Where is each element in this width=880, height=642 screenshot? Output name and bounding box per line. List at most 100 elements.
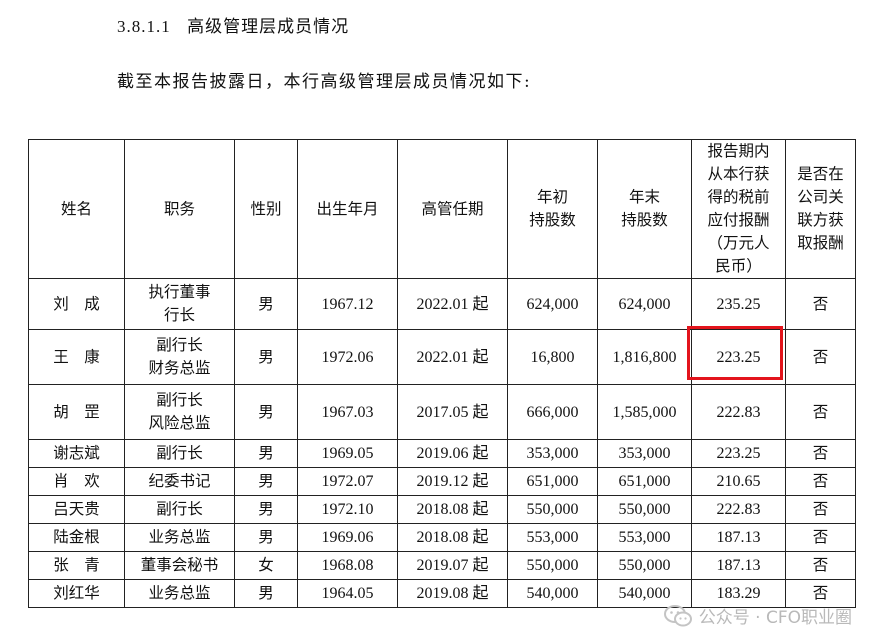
cell-term: 2019.07 起 [397,551,508,580]
cell-pay: 222.83 [691,495,786,524]
section-heading: 3.8.1.1 高级管理层成员情况 [117,12,349,37]
cell-shares-begin: 651,000 [507,467,598,496]
cell-position: 副行长 风险总监 [124,384,235,440]
header-position: 职务 [124,139,235,279]
cell-shares-end: 553,000 [597,523,692,552]
header-shares-end-line2: 持股数 [621,211,668,229]
cell-birth: 1972.10 [297,495,398,524]
cell-pay: 222.83 [691,384,786,440]
header-pay-line4: 应付报酬 [707,211,770,229]
cell-gender: 男 [234,439,298,468]
header-related-line2: 公司关 [797,188,844,206]
cell-pay: 235.25 [691,278,786,330]
cell-related: 否 [785,439,856,468]
header-related-line1: 是否在 [797,165,844,183]
cell-term: 2019.12 起 [397,467,508,496]
cell-term: 2022.01 起 [397,329,508,385]
cell-position: 业务总监 [124,579,235,608]
cell-related: 否 [785,329,856,385]
table-row: 谢志斌 副行长 男 1969.05 2019.06 起 353,000 353,… [28,439,856,468]
table-row: 吕天贵 副行长 男 1972.10 2018.08 起 550,000 550,… [28,495,856,524]
cell-position: 董事会秘书 [124,551,235,580]
header-shares-end-line1: 年末 [628,188,660,206]
header-shares-begin-line2: 持股数 [529,211,576,229]
header-pay-line5: （万元人 [707,234,770,252]
cell-related: 否 [785,495,856,524]
table-row: 陆金根 业务总监 男 1969.06 2018.08 起 553,000 553… [28,523,856,552]
cell-gender: 男 [234,495,298,524]
cell-term: 2019.06 起 [397,439,508,468]
cell-shares-begin: 666,000 [507,384,598,440]
cell-name: 肖 欢 [28,467,125,496]
table-row: 肖 欢 纪委书记 男 1972.07 2019.12 起 651,000 651… [28,467,856,496]
cell-shares-end: 353,000 [597,439,692,468]
cell-birth: 1972.07 [297,467,398,496]
header-pay-line1: 报告期内 [707,142,770,160]
cell-gender: 男 [234,384,298,440]
cell-related: 否 [785,384,856,440]
cell-position: 业务总监 [124,523,235,552]
cell-related: 否 [785,551,856,580]
cell-pay: 223.25 [691,439,786,468]
cell-shares-begin: 624,000 [507,278,598,330]
cell-position-line2: 风险总监 [148,414,211,432]
cell-name: 吕天贵 [28,495,125,524]
cell-position: 副行长 [124,495,235,524]
cell-position-line2: 行长 [163,306,195,324]
cell-position-line1: 副行长 [156,391,203,409]
cell-name: 张 青 [28,551,125,580]
cell-gender: 女 [234,551,298,580]
cell-related: 否 [785,467,856,496]
cell-gender: 男 [234,579,298,608]
cell-position: 纪委书记 [124,467,235,496]
cell-shares-end: 624,000 [597,278,692,330]
intro-paragraph: 截至本报告披露日，本行高级管理层成员情况如下: [117,72,532,92]
header-term: 高管任期 [397,139,508,279]
cell-shares-end: 550,000 [597,551,692,580]
cell-name: 陆金根 [28,523,125,552]
cell-name: 刘红华 [28,579,125,608]
table-row: 刘 成 执行董事 行长 男 1967.12 2022.01 起 624,000 6… [28,278,856,330]
section-title: 高级管理层成员情况 [187,17,350,37]
header-birth: 出生年月 [297,139,398,279]
cell-position: 副行长 财务总监 [124,329,235,385]
cell-term: 2017.05 起 [397,384,508,440]
header-pay: 报告期内 从本行获 得的税前 应付报酬 （万元人 民币） [691,139,786,279]
cell-name: 刘 成 [28,278,125,330]
header-name: 姓名 [28,139,125,279]
cell-name: 王 康 [28,329,125,385]
header-pay-line3: 得的税前 [707,188,770,206]
cell-term: 2018.08 起 [397,495,508,524]
cell-position: 副行长 [124,439,235,468]
cell-gender: 男 [234,329,298,385]
cell-shares-begin: 550,000 [507,551,598,580]
cell-position-line1: 副行长 [156,336,203,354]
table-row: 张 青 董事会秘书 女 1968.08 2019.07 起 550,000 55… [28,551,856,580]
header-shares-begin: 年初 持股数 [507,139,598,279]
cell-birth: 1972.06 [297,329,398,385]
cell-position: 执行董事 行长 [124,278,235,330]
cell-birth: 1968.08 [297,551,398,580]
header-related: 是否在 公司关 联方获 取报酬 [785,139,856,279]
cell-gender: 男 [234,278,298,330]
cell-shares-begin: 550,000 [507,495,598,524]
cell-pay: 187.13 [691,551,786,580]
cell-shares-begin: 16,800 [507,329,598,385]
cell-term: 2019.08 起 [397,579,508,608]
cell-shares-end: 651,000 [597,467,692,496]
cell-term: 2018.08 起 [397,523,508,552]
cell-birth: 1964.05 [297,579,398,608]
cell-term: 2022.01 起 [397,278,508,330]
header-related-line3: 联方获 [797,211,844,229]
cell-shares-begin: 553,000 [507,523,598,552]
cell-pay: 210.65 [691,467,786,496]
cell-position-line1: 执行董事 [148,283,211,301]
watermark-text: 公众号 · CFO职业圈 [698,608,852,628]
cell-shares-end: 550,000 [597,495,692,524]
cell-related: 否 [785,278,856,330]
header-related-line4: 取报酬 [797,234,844,252]
header-gender: 性别 [234,139,298,279]
cell-shares-end: 1,585,000 [597,384,692,440]
table-header-row: 姓名 职务 性别 出生年月 高管任期 年初 持股数 年末 持股数 报告期内 从本… [28,139,856,279]
cell-position-line2: 财务总监 [148,359,211,377]
